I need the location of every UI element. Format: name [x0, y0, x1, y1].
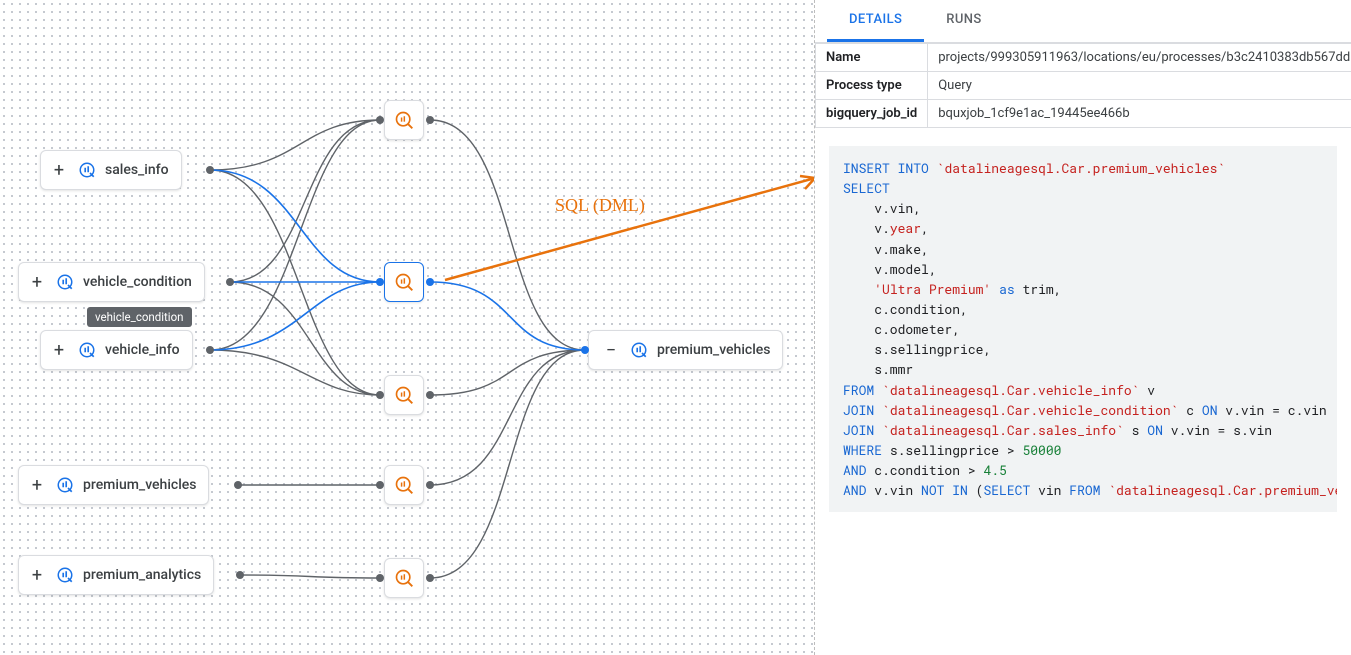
node-label: vehicle_info — [105, 342, 180, 358]
prop-value: projects/999305911963/locations/eu/proce… — [928, 44, 1351, 72]
node-premium-vehicles-target[interactable]: − premium_vehicles — [588, 330, 783, 370]
table-row: Nameprojects/999305911963/locations/eu/p… — [816, 44, 1351, 72]
output-port[interactable] — [426, 116, 434, 124]
table-row: bigquery_job_idbquxjob_1cf9e1ac_19445ee4… — [816, 100, 1351, 128]
bigquery-table-icon — [77, 340, 97, 360]
node-premium-vehicles-src[interactable]: + premium_vehicles — [18, 465, 209, 505]
output-port[interactable] — [234, 481, 242, 489]
output-port[interactable] — [426, 278, 434, 286]
node-label: vehicle_condition — [83, 274, 192, 290]
tooltip: vehicle_condition — [87, 307, 192, 327]
bigquery-table-icon — [55, 565, 75, 585]
expand-icon[interactable]: + — [27, 565, 47, 585]
bigquery-table-icon — [629, 340, 649, 360]
node-label: premium_vehicles — [83, 477, 196, 493]
tabs: DETAILS RUNS — [815, 0, 1351, 43]
input-port[interactable] — [376, 574, 384, 582]
expand-icon[interactable]: + — [49, 340, 69, 360]
annotation-label: SQL (DML) — [555, 195, 645, 216]
bigquery-table-icon — [55, 475, 75, 495]
process-node[interactable] — [384, 375, 424, 415]
bigquery-table-icon — [55, 272, 75, 292]
prop-key: bigquery_job_id — [816, 100, 928, 128]
output-port[interactable] — [426, 391, 434, 399]
output-port[interactable] — [236, 571, 244, 579]
collapse-icon[interactable]: − — [601, 340, 621, 360]
node-sales-info[interactable]: + sales_info — [40, 150, 182, 190]
expand-icon[interactable]: + — [27, 272, 47, 292]
tab-runs[interactable]: RUNS — [924, 0, 1003, 42]
lineage-canvas[interactable]: + sales_info + vehicle_condition vehicle… — [0, 0, 815, 655]
prop-key: Name — [816, 44, 928, 72]
prop-key: Process type — [816, 72, 928, 100]
input-port[interactable] — [581, 346, 589, 354]
prop-value: bquxjob_1cf9e1ac_19445ee466b — [928, 100, 1351, 128]
output-port[interactable] — [426, 481, 434, 489]
process-node-selected[interactable] — [384, 262, 424, 302]
bigquery-table-icon — [77, 160, 97, 180]
tab-details[interactable]: DETAILS — [827, 0, 924, 42]
expand-icon[interactable]: + — [27, 475, 47, 495]
table-row: Process typeQuery — [816, 72, 1351, 100]
output-port[interactable] — [226, 278, 234, 286]
process-node[interactable] — [384, 558, 424, 598]
process-node[interactable] — [384, 100, 424, 140]
expand-icon[interactable]: + — [49, 160, 69, 180]
properties-table: Nameprojects/999305911963/locations/eu/p… — [815, 43, 1351, 128]
sql-code-block[interactable]: INSERT INTO `datalineagesql.Car.premium_… — [829, 146, 1337, 512]
node-vehicle-condition[interactable]: + vehicle_condition — [18, 262, 205, 302]
node-premium-analytics[interactable]: + premium_analytics — [18, 555, 214, 595]
input-port[interactable] — [376, 391, 384, 399]
output-port[interactable] — [206, 346, 214, 354]
input-port[interactable] — [376, 278, 384, 286]
node-vehicle-info[interactable]: + vehicle_info — [40, 330, 193, 370]
input-port[interactable] — [376, 481, 384, 489]
details-pane: DETAILS RUNS Nameprojects/999305911963/l… — [815, 0, 1351, 655]
input-port[interactable] — [376, 116, 384, 124]
output-port[interactable] — [426, 574, 434, 582]
prop-value: Query — [928, 72, 1351, 100]
node-label: premium_analytics — [83, 567, 201, 583]
output-port[interactable] — [206, 166, 214, 174]
node-label: sales_info — [105, 162, 169, 178]
process-node[interactable] — [384, 465, 424, 505]
node-label: premium_vehicles — [657, 342, 770, 358]
